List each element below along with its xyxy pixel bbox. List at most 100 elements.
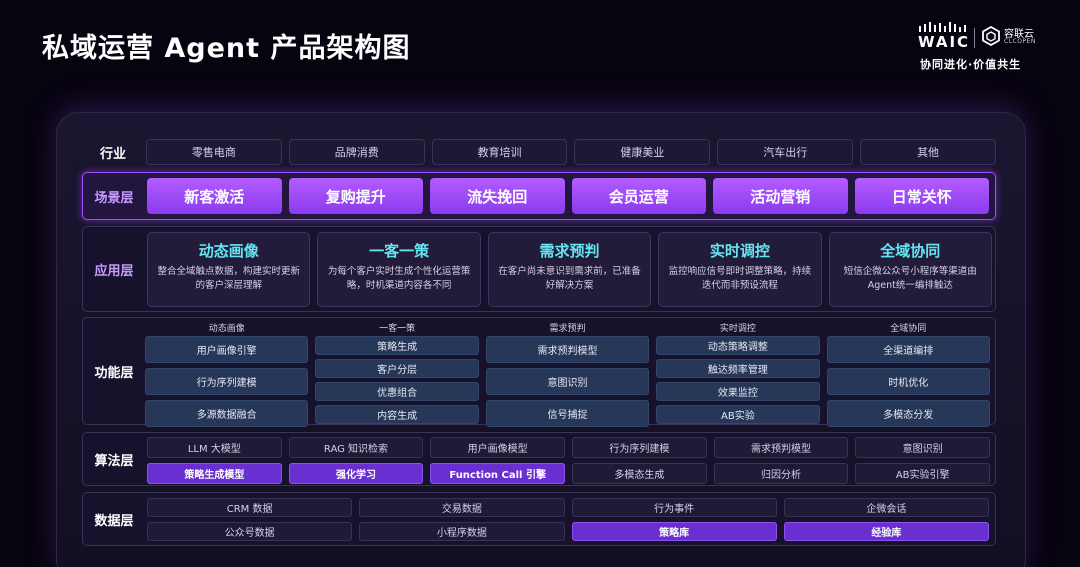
function-columns: 动态画像 用户画像引擎 行为序列建模 多源数据融合 一客一策 策略生成 客户分层… bbox=[145, 321, 990, 427]
waic-dots-icon bbox=[919, 22, 966, 32]
algorithm-item: Function Call 引擎 bbox=[430, 463, 565, 484]
function-item: 优惠组合 bbox=[315, 382, 479, 401]
application-title: 需求预判 bbox=[539, 242, 600, 260]
data-source-item: 企微会话 bbox=[783, 498, 989, 517]
function-layer: 功能层 动态画像 用户画像引擎 行为序列建模 多源数据融合 一客一策 策略生成 … bbox=[82, 317, 996, 427]
industry-item: 其他 bbox=[860, 139, 996, 165]
industry-label: 行业 bbox=[99, 146, 126, 162]
data-layer: 数据层 CRM 数据 交易数据 行为事件 企微会话公众号数据 小程序数据 策略库 经验库 bbox=[82, 492, 996, 546]
scene-item: 活动营销 bbox=[713, 178, 848, 214]
scene-list: 新客激活 复购提升 流失挽回 会员运营 活动营销 日常关怀 bbox=[147, 178, 989, 214]
application-title: 全域协同 bbox=[880, 242, 941, 260]
application-title: 实时调控 bbox=[709, 242, 770, 260]
algorithm-layer-label: 算法层 bbox=[94, 453, 134, 469]
scene-layer: 场景层 新客激活 复购提升 流失挽回 会员运营 活动营销 日常关怀 bbox=[82, 172, 996, 220]
application-desc: 监控响应信号即时调整策略，持续迭代而非预设流程 bbox=[668, 266, 812, 291]
function-item: 触达频率管理 bbox=[656, 359, 820, 378]
industry-list: 零售电商 品牌消费 教育培训 健康美业 汽车出行 其他 bbox=[146, 139, 996, 165]
application-card: 全域协同 短信企微公众号小程序等渠道由Agent统一编排触达 bbox=[828, 232, 992, 307]
application-desc: 整合全域触点数据，构建实时更新的客户深层理解 bbox=[157, 266, 300, 291]
application-layer-label: 应用层 bbox=[94, 263, 134, 279]
function-item: 动态策略调整 bbox=[656, 336, 820, 355]
waic-wordmark: WAIC bbox=[918, 33, 971, 51]
function-column-head: 需求预判 bbox=[549, 324, 586, 334]
application-title: 一客一策 bbox=[369, 242, 430, 260]
algorithm-item: 多模态生成 bbox=[572, 463, 707, 484]
function-item: 用户画像引擎 bbox=[145, 336, 309, 363]
algorithm-grid: LLM 大模型 RAG 知识检索 用户画像模型 行为序列建模 需求预判模型 意图识别 策略生… bbox=[147, 437, 990, 484]
algorithm-item: 需求预判模型 bbox=[713, 437, 849, 458]
algorithm-item: 强化学习 bbox=[288, 463, 424, 484]
function-list: 动态策略调整 触达频率管理 效果监控 AB实验 bbox=[656, 336, 820, 424]
data-source-item: 公众号数据 bbox=[147, 522, 353, 541]
function-item: 意图识别 bbox=[485, 368, 650, 395]
application-title: 动态画像 bbox=[198, 242, 259, 260]
algorithm-item: 行为序列建模 bbox=[572, 437, 707, 458]
data-source-item: 策略库 bbox=[571, 522, 777, 541]
function-item: 时机优化 bbox=[826, 368, 990, 395]
function-item: 多模态分发 bbox=[826, 400, 990, 427]
function-layer-label: 功能层 bbox=[94, 365, 134, 381]
function-item: 多源数据融合 bbox=[145, 400, 309, 427]
logo-group: WAIC 容联云 CLCOPEN 协同进化·价值共生 bbox=[918, 22, 1048, 72]
algorithm-item: AB实验引擎 bbox=[855, 463, 990, 484]
function-item: 全渠道编排 bbox=[826, 336, 990, 363]
data-source-item: 小程序数据 bbox=[359, 522, 565, 541]
function-item: 策略生成 bbox=[315, 336, 479, 355]
application-list: 动态画像 整合全域触点数据，构建实时更新的客户深层理解 一客一策 为每个客户实时… bbox=[147, 232, 992, 307]
function-item: 需求预判模型 bbox=[485, 336, 650, 363]
application-desc: 为每个客户实时生成个性化运营策略，时机渠道内容各不同 bbox=[327, 266, 471, 291]
function-column: 全域协同 全渠道编排 时机优化 多模态分发 bbox=[826, 321, 990, 427]
function-item: 行为序列建模 bbox=[145, 368, 309, 395]
industry-item: 教育培训 bbox=[431, 139, 568, 165]
algorithm-item: 策略生成模型 bbox=[147, 463, 282, 484]
function-item: 内容生成 bbox=[315, 405, 479, 424]
function-column: 实时调控 动态策略调整 触达频率管理 效果监控 AB实验 bbox=[656, 321, 820, 427]
function-column: 需求预判 需求预判模型 意图识别 信号捕捉 bbox=[485, 321, 650, 427]
data-grid: CRM 数据 交易数据 行为事件 企微会话公众号数据 小程序数据 策略库 经验库 bbox=[147, 498, 989, 541]
function-item: AB实验 bbox=[656, 405, 820, 424]
data-source-item: 行为事件 bbox=[571, 498, 777, 517]
application-card: 实时调控 监控响应信号即时调整策略，持续迭代而非预设流程 bbox=[658, 232, 822, 307]
application-desc: 在客户尚未意识到需求前，已准备好解决方案 bbox=[498, 266, 641, 291]
function-column-head: 一客一策 bbox=[379, 324, 416, 334]
application-layer: 应用层 动态画像 整合全域触点数据，构建实时更新的客户深层理解 一客一策 为每个… bbox=[82, 226, 996, 312]
algorithm-item: 意图识别 bbox=[855, 437, 990, 458]
data-source-item: CRM 数据 bbox=[147, 498, 353, 517]
data-source-item: 交易数据 bbox=[359, 498, 565, 517]
industry-item: 汽车出行 bbox=[717, 139, 854, 165]
industry-item: 品牌消费 bbox=[288, 139, 425, 165]
waic-logo: WAIC bbox=[918, 22, 970, 52]
function-column-head: 全域协同 bbox=[890, 324, 927, 334]
scene-item: 日常关怀 bbox=[854, 178, 989, 214]
scene-layer-label: 场景层 bbox=[94, 190, 134, 206]
industry-item: 零售电商 bbox=[146, 139, 282, 165]
function-list: 需求预判模型 意图识别 信号捕捉 bbox=[485, 336, 650, 427]
function-list: 用户画像引擎 行为序列建模 多源数据融合 bbox=[145, 336, 309, 427]
algorithm-item: RAG 知识检索 bbox=[288, 437, 424, 458]
logo-divider bbox=[974, 28, 975, 48]
page-title: 私域运营 Agent 产品架构图 bbox=[42, 33, 411, 64]
function-item: 客户分层 bbox=[315, 359, 479, 378]
industry-item: 健康美业 bbox=[574, 139, 711, 165]
industry-row: 行业 零售电商 品牌消费 教育培训 健康美业 汽车出行 其他 bbox=[82, 138, 996, 166]
application-desc: 短信企微公众号小程序等渠道由Agent统一编排触达 bbox=[843, 266, 977, 291]
algorithm-item: 用户画像模型 bbox=[430, 437, 565, 458]
function-item: 效果监控 bbox=[656, 382, 820, 401]
scene-item: 会员运营 bbox=[571, 178, 706, 214]
data-source-item: 经验库 bbox=[783, 522, 989, 541]
application-card: 需求预判 在客户尚未意识到需求前，已准备好解决方案 bbox=[487, 232, 652, 307]
partner-name-en: CLCOPEN bbox=[1004, 38, 1036, 45]
function-column: 一客一策 策略生成 客户分层 优惠组合 内容生成 bbox=[315, 321, 479, 427]
slogan: 协同进化·价值共生 bbox=[920, 58, 1022, 71]
algorithm-layer: 算法层 LLM 大模型 RAG 知识检索 用户画像模型 行为序列建模 需求预判模型 意图识… bbox=[82, 432, 996, 486]
data-layer-label: 数据层 bbox=[94, 513, 134, 529]
scene-item: 复购提升 bbox=[288, 178, 423, 214]
function-list: 策略生成 客户分层 优惠组合 内容生成 bbox=[315, 336, 479, 424]
application-card: 动态画像 整合全域触点数据，构建实时更新的客户深层理解 bbox=[147, 232, 311, 307]
scene-item: 流失挽回 bbox=[430, 178, 565, 214]
function-column-head: 实时调控 bbox=[719, 324, 756, 334]
algorithm-item: 归因分析 bbox=[713, 463, 849, 484]
scene-item: 新客激活 bbox=[147, 178, 282, 214]
hexagon-logo-icon bbox=[982, 26, 1000, 46]
